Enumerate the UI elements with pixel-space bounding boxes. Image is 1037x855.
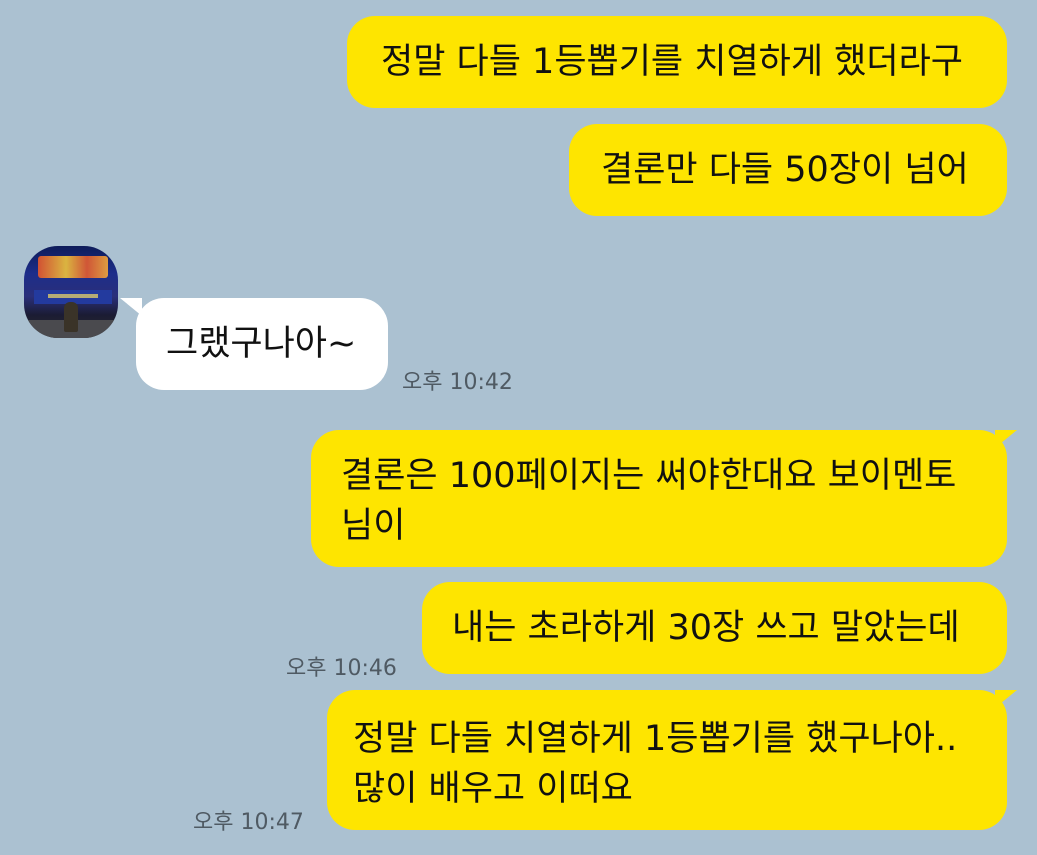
message-text: 그랬구나아~ [166, 324, 357, 364]
chat-room: 정말 다들 1등뽑기를 치열하게 했더라구 결론만 다들 50장이 넘어 그랬구… [0, 0, 1037, 855]
outgoing-message-bubble[interactable]: 결론만 다들 50장이 넘어 [569, 124, 1007, 216]
outgoing-message-bubble[interactable]: 정말 다들 치열하게 1등뽑기를 했구나아.. 많이 배우고 이떠요 [327, 690, 1007, 830]
message-timestamp: 오후 10:42 [402, 370, 513, 395]
message-timestamp: 오후 10:47 [193, 810, 304, 835]
message-text-line: 님이 [341, 506, 406, 546]
message-text-line: 많이 배우고 이떠요 [353, 769, 633, 809]
message-text: 정말 다들 1등뽑기를 치열하게 했더라구 [381, 42, 963, 82]
message-text-line: 결론은 100페이지는 써야한대요 보이멘토 [341, 456, 957, 496]
message-timestamp: 오후 10:46 [286, 656, 397, 681]
incoming-message-bubble[interactable]: 그랬구나아~ [136, 298, 388, 390]
outgoing-bubble-tail [995, 430, 1017, 448]
avatar-person-shape [64, 302, 78, 332]
avatar[interactable] [24, 246, 118, 338]
avatar-light-strip [48, 294, 98, 298]
outgoing-message-bubble[interactable]: 정말 다들 1등뽑기를 치열하게 했더라구 [347, 16, 1007, 108]
message-text-line: 정말 다들 치열하게 1등뽑기를 했구나아.. [353, 719, 958, 759]
outgoing-bubble-tail [995, 690, 1017, 708]
message-text: 결론만 다들 50장이 넘어 [601, 150, 969, 190]
outgoing-message-bubble[interactable]: 결론은 100페이지는 써야한대요 보이멘토 님이 [311, 430, 1007, 567]
outgoing-message-bubble[interactable]: 내는 초라하게 30장 쓰고 말았는데 [422, 582, 1007, 674]
message-text: 내는 초라하게 30장 쓰고 말았는데 [452, 608, 960, 648]
avatar-sign-shape [38, 256, 108, 278]
